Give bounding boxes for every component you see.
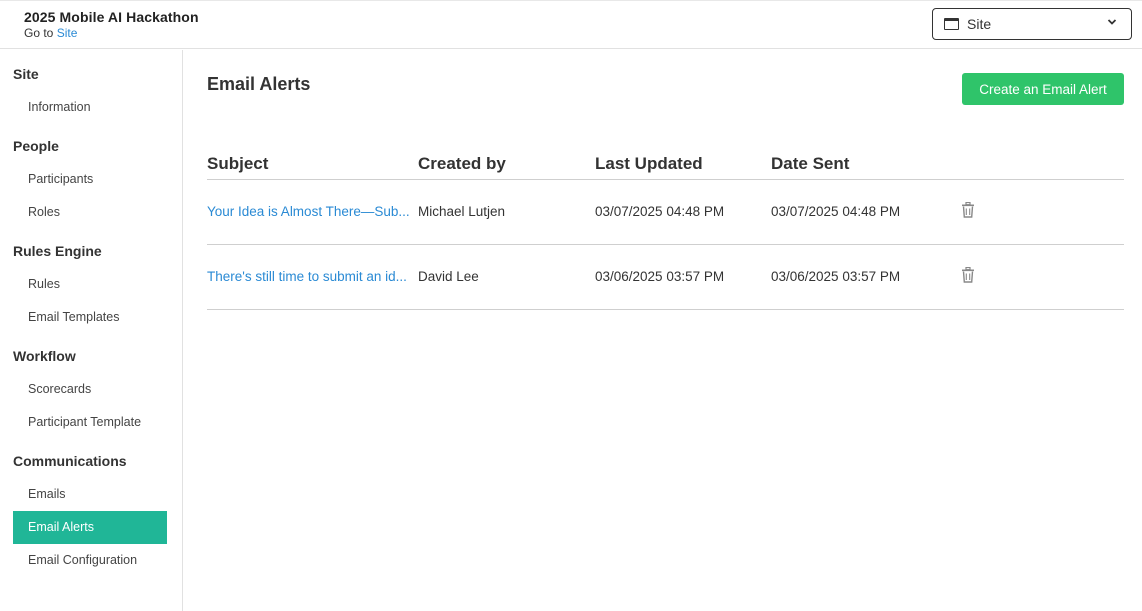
goto-site-text: Go to Site xyxy=(24,26,77,40)
sidebar-item-rules[interactable]: Rules xyxy=(13,268,167,301)
sidebar-item-email-alerts[interactable]: Email Alerts xyxy=(13,511,167,544)
row-subject-link[interactable]: There's still time to submit an id... xyxy=(207,269,411,284)
sidebar-item-scorecards[interactable]: Scorecards xyxy=(13,373,167,406)
table-row: Your Idea is Almost There—Sub... Michael… xyxy=(207,180,1124,245)
site-select-value: Site xyxy=(967,16,992,32)
trash-icon[interactable] xyxy=(961,202,975,218)
column-header-date-sent: Date Sent xyxy=(771,154,850,173)
table-row: There's still time to submit an id... Da… xyxy=(207,245,1124,310)
top-header: 2025 Mobile AI Hackathon Go to Site Site xyxy=(0,0,1142,49)
column-header-subject: Subject xyxy=(207,154,269,173)
row-last-updated: 03/07/2025 04:48 PM xyxy=(595,204,725,219)
row-created-by: Michael Lutjen xyxy=(418,204,506,219)
chevron-down-icon xyxy=(1107,19,1117,25)
sidebar-item-email-templates[interactable]: Email Templates xyxy=(13,301,167,334)
sidebar-section-communications: Communications xyxy=(13,453,127,469)
page-title: Email Alerts xyxy=(207,74,311,94)
sidebar-section-workflow: Workflow xyxy=(13,348,76,364)
sidebar-section-people: People xyxy=(13,138,59,154)
row-last-updated: 03/06/2025 03:57 PM xyxy=(595,269,725,284)
site-select-dropdown[interactable]: Site xyxy=(932,8,1132,40)
row-date-sent: 03/06/2025 03:57 PM xyxy=(771,269,901,284)
goto-prefix: Go to xyxy=(24,26,54,40)
sidebar-section-site: Site xyxy=(13,66,39,82)
trash-icon[interactable] xyxy=(961,267,975,283)
app-title: 2025 Mobile AI Hackathon xyxy=(24,9,199,25)
sidebar-item-emails[interactable]: Emails xyxy=(13,478,167,511)
sidebar-item-participant-template[interactable]: Participant Template xyxy=(13,406,167,439)
row-subject-link[interactable]: Your Idea is Almost There—Sub... xyxy=(207,204,411,219)
sidebar-section-rules-engine: Rules Engine xyxy=(13,243,102,259)
column-header-last-updated: Last Updated xyxy=(595,154,703,173)
sidebar-item-participants[interactable]: Participants xyxy=(13,163,167,196)
row-date-sent: 03/07/2025 04:48 PM xyxy=(771,204,901,219)
sidebar-item-roles[interactable]: Roles xyxy=(13,196,167,229)
create-email-alert-button[interactable]: Create an Email Alert xyxy=(962,73,1124,105)
sidebar: Site Information People Participants Rol… xyxy=(0,50,183,611)
column-header-created-by: Created by xyxy=(418,154,506,173)
sidebar-item-email-configuration[interactable]: Email Configuration xyxy=(13,544,167,577)
sidebar-item-information[interactable]: Information xyxy=(13,91,167,124)
row-created-by: David Lee xyxy=(418,269,479,284)
window-icon xyxy=(944,18,959,30)
goto-site-link[interactable]: Site xyxy=(57,26,78,40)
